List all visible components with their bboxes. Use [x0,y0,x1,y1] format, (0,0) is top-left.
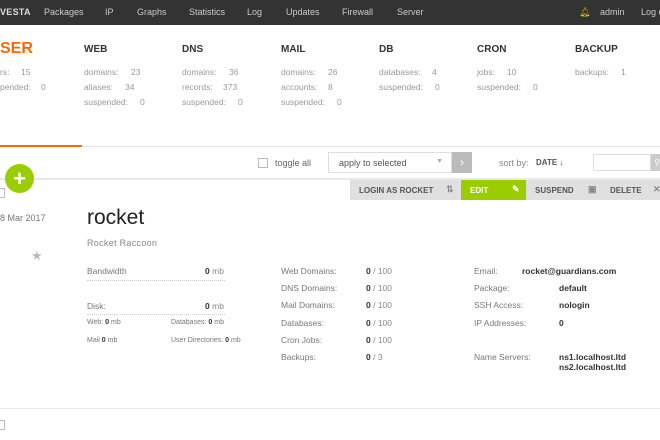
divider [0,146,660,147]
stat-value: 0 / 100 [366,266,393,276]
apply-button[interactable]: › [452,152,472,173]
stat-value: 0 / 3 [366,352,383,362]
nav-statistics[interactable]: Statistics [189,7,225,17]
stat-value: 0 / 100 [366,318,393,328]
summary-cron-row: jobs: 10 [477,67,517,77]
chevron-right-icon: › [460,155,464,169]
package-value: default [559,283,587,293]
summary-dns-row: domains: 36 [182,67,239,77]
ip-value: 0 [559,318,564,328]
stat-label: Backups: [281,352,316,362]
summary-backup-row: backups: 1 [575,67,626,77]
stat-label: Cron Jobs: [281,335,323,345]
summary-mail-row: domains: 26 [281,67,338,77]
summary-user-row: rs: 15 [0,67,31,77]
row-checkbox[interactable] [0,420,5,430]
close-icon: ✕ [653,184,660,194]
summary-cron-title[interactable]: CRON [477,44,506,55]
disk-web: Web: 0 mb [87,319,121,326]
sort-label: sort by: [499,158,529,168]
bell-icon[interactable]: 🔔︎ [579,7,590,18]
disk-label: Disk: [87,301,106,311]
summary-dns-title[interactable]: DNS [182,44,203,55]
disk-user-directories: User Directories: 0 mb [171,337,241,344]
top-navigation: VESTA Packages IP Graphs Statistics Log … [0,0,660,25]
logout-link[interactable]: Log out [641,7,660,17]
stat-label: Mail Domains: [281,300,335,310]
star-icon[interactable]: ★ [31,248,43,264]
search-icon[interactable]: ⚲ [651,154,660,171]
ssh-value: nologin [559,300,590,310]
summary-mail-row: accounts: 8 [281,82,333,92]
add-user-button[interactable]: + [5,164,34,193]
summary-mail-title[interactable]: MAIL [281,44,305,55]
nav-graphs[interactable]: Graphs [137,7,167,17]
summary-cron-row: suspended: 0 [477,82,538,92]
login-icon: ⇅ [446,184,454,194]
full-name: Rocket Raccoon [87,238,158,248]
disk-value: 0 mb [205,301,224,311]
summary-db-row: suspended: 0 [379,82,440,92]
toggle-all-checkbox[interactable] [258,158,268,168]
nav-updates[interactable]: Updates [286,7,320,17]
active-tab-indicator [0,145,82,147]
stat-value: 0 / 100 [366,283,393,293]
summary-backup-title[interactable]: BACKUP [575,44,618,55]
suspend-button[interactable]: SUSPEND ▣ [526,180,601,200]
sort-value[interactable]: DATE ↓ [536,158,563,167]
stat-label: DNS Domains: [281,283,338,293]
edit-button[interactable]: EDIT ✎ [461,180,526,200]
row-divider [0,408,660,409]
ssh-label: SSH Access: [474,300,524,310]
bandwidth-value: 0 mb [205,266,224,276]
bandwidth-label: Bandwidth [87,266,127,276]
email-value: rocket@guardians.com [522,266,617,276]
chevron-down-icon: ▼ [436,158,443,165]
summary-user-row: pended: 0 [0,82,46,92]
username: rocket [87,206,145,229]
summary-db-row: databases: 4 [379,67,437,77]
disk-databases: Databases: 0 mb [171,319,224,326]
summary-web-title[interactable]: WEB [84,44,107,55]
nav-user[interactable]: admin [600,7,625,17]
toggle-all-label[interactable]: toggle all [275,158,311,168]
creation-date: 8 Mar 2017 [0,213,46,223]
bandwidth-bar [87,280,225,281]
summary-dns-row: records: 373 [182,82,238,92]
login-as-button[interactable]: LOGIN AS ROCKET ⇅ [350,180,461,200]
stat-value: 0 / 100 [366,300,393,310]
stat-value: 0 / 100 [366,335,393,345]
bulk-action-select[interactable]: apply to selected ▼ [328,152,452,173]
stat-label: Web Domains: [281,266,337,276]
email-label: Email: [474,266,498,276]
ns1-value: ns1.localhost.ltd [559,352,627,362]
summary-panel: SER rs: 15 pended: 0 WEB domains: 23 aliase… [0,25,660,147]
nav-ip[interactable]: IP [105,7,114,17]
summary-dns-row: suspended: 0 [182,97,243,107]
nav-packages[interactable]: Packages [44,7,84,17]
disk-mail: Mail 0 mb [87,337,118,344]
logo[interactable]: VESTA [0,7,31,17]
summary-user-title[interactable]: SER [0,40,33,58]
summary-mail-row: suspended: 0 [281,97,342,107]
summary-web-row: domains: 23 [84,67,141,77]
ip-label: IP Addresses: [474,318,527,328]
pencil-icon: ✎ [512,184,520,194]
lock-icon: ▣ [588,184,597,194]
summary-web-row: aliases: 34 [84,82,135,92]
ns-label: Name Servers: [474,352,531,362]
disk-bar [87,314,225,315]
nav-firewall[interactable]: Firewall [342,7,373,17]
search-input[interactable] [593,154,651,171]
stat-label: Databases: [281,318,324,328]
summary-web-row: suspended: 0 [84,97,145,107]
nav-log[interactable]: Log [247,7,262,17]
nav-server[interactable]: Server [397,7,424,17]
row-checkbox[interactable] [0,188,5,198]
ns2-value: ns2.localhost.ltd [559,362,627,372]
plus-icon: + [13,166,26,191]
delete-button[interactable]: DELETE ✕ [601,180,660,200]
summary-db-title[interactable]: DB [379,44,393,55]
package-label: Package: [474,283,510,293]
